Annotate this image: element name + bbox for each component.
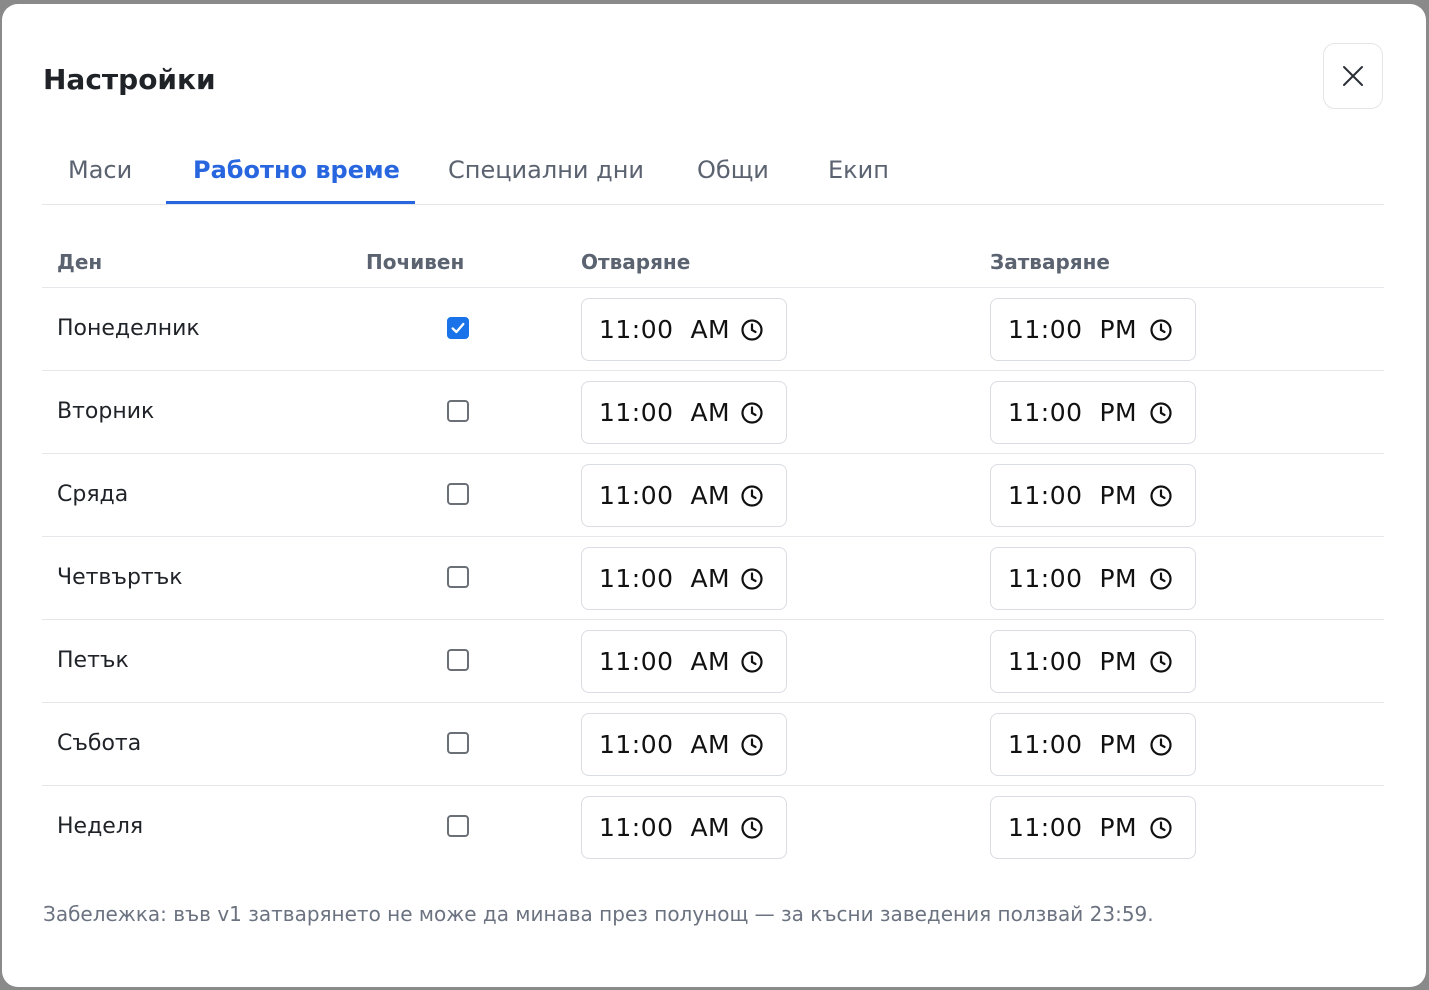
close-time-input[interactable]: 11:00 PM: [990, 796, 1196, 859]
close-time-input[interactable]: 11:00 PM: [990, 464, 1196, 527]
tab-bar: Маси Работно време Специални дни Общи Ек…: [42, 144, 1384, 205]
close-time-value: 11:00 PM: [1008, 315, 1138, 344]
header-day: Ден: [57, 250, 103, 274]
table-header: Ден Почивен Отваряне Затваряне: [42, 246, 1384, 288]
day-label: Сряда: [57, 482, 129, 507]
clock-icon[interactable]: [1149, 567, 1173, 591]
table-row: Сряда 11:00 AM 11:00 PM: [42, 454, 1384, 537]
header-close: Затваряне: [990, 250, 1110, 274]
close-time-input[interactable]: 11:00 PM: [990, 630, 1196, 693]
header-open: Отваряне: [581, 250, 691, 274]
open-time-value: 11:00 AM: [599, 813, 731, 842]
open-time-input[interactable]: 11:00 AM: [581, 298, 787, 361]
close-button[interactable]: [1323, 43, 1383, 109]
table-row: Четвъртък 11:00 AM 11:00 PM: [42, 537, 1384, 620]
close-time-value: 11:00 PM: [1008, 481, 1138, 510]
open-time-input[interactable]: 11:00 AM: [581, 381, 787, 444]
open-time-value: 11:00 AM: [599, 481, 731, 510]
table-row: Петък 11:00 AM 11:00 PM: [42, 620, 1384, 703]
close-time-value: 11:00 PM: [1008, 647, 1138, 676]
clock-icon[interactable]: [1149, 650, 1173, 674]
tab-special-days[interactable]: Специални дни: [448, 144, 644, 204]
day-label: Четвъртък: [57, 565, 183, 590]
close-time-value: 11:00 PM: [1008, 564, 1138, 593]
footer-note: Забележка: във v1 затварянето не може да…: [43, 902, 1154, 926]
open-time-value: 11:00 AM: [599, 730, 731, 759]
clock-icon[interactable]: [1149, 816, 1173, 840]
day-label: Петък: [57, 648, 129, 673]
day-label: Вторник: [57, 399, 155, 424]
dialog-title: Настройки: [43, 63, 216, 96]
tab-tables[interactable]: Маси: [68, 144, 132, 204]
clock-icon[interactable]: [740, 401, 764, 425]
open-time-value: 11:00 AM: [599, 647, 731, 676]
open-time-value: 11:00 AM: [599, 398, 731, 427]
open-time-input[interactable]: 11:00 AM: [581, 796, 787, 859]
close-time-input[interactable]: 11:00 PM: [990, 547, 1196, 610]
open-time-input[interactable]: 11:00 AM: [581, 713, 787, 776]
clock-icon[interactable]: [740, 816, 764, 840]
day-off-checkbox[interactable]: [447, 732, 469, 754]
open-time-value: 11:00 AM: [599, 564, 731, 593]
open-time-input[interactable]: 11:00 AM: [581, 464, 787, 527]
clock-icon[interactable]: [740, 650, 764, 674]
tab-team[interactable]: Екип: [828, 144, 889, 204]
settings-dialog: Настройки Маси Работно време Специални д…: [2, 4, 1426, 987]
active-tab-indicator: [166, 201, 415, 204]
clock-icon[interactable]: [1149, 733, 1173, 757]
clock-icon[interactable]: [740, 484, 764, 508]
day-label: Събота: [57, 731, 142, 756]
table-row: Понеделник 11:00 AM 11:00 PM: [42, 288, 1384, 371]
day-off-checkbox[interactable]: [447, 566, 469, 588]
close-time-value: 11:00 PM: [1008, 398, 1138, 427]
close-time-input[interactable]: 11:00 PM: [990, 381, 1196, 444]
close-icon: [1343, 66, 1363, 86]
day-off-checkbox[interactable]: [447, 649, 469, 671]
day-off-checkbox[interactable]: [447, 815, 469, 837]
clock-icon[interactable]: [740, 733, 764, 757]
day-off-checkbox[interactable]: [447, 317, 469, 339]
open-time-value: 11:00 AM: [599, 315, 731, 344]
close-time-value: 11:00 PM: [1008, 813, 1138, 842]
close-time-input[interactable]: 11:00 PM: [990, 713, 1196, 776]
table-row: Събота 11:00 AM 11:00 PM: [42, 703, 1384, 786]
close-time-value: 11:00 PM: [1008, 730, 1138, 759]
table-row: Неделя 11:00 AM 11:00 PM: [42, 786, 1384, 869]
close-time-input[interactable]: 11:00 PM: [990, 298, 1196, 361]
table-row: Вторник 11:00 AM 11:00 PM: [42, 371, 1384, 454]
day-label: Неделя: [57, 814, 144, 839]
open-time-input[interactable]: 11:00 AM: [581, 630, 787, 693]
clock-icon[interactable]: [1149, 401, 1173, 425]
clock-icon[interactable]: [740, 567, 764, 591]
header-off: Почивен: [366, 250, 465, 274]
tab-working-hours[interactable]: Работно време: [193, 144, 400, 204]
day-off-checkbox[interactable]: [447, 483, 469, 505]
clock-icon[interactable]: [740, 318, 764, 342]
clock-icon[interactable]: [1149, 318, 1173, 342]
day-label: Понеделник: [57, 316, 200, 341]
tab-general[interactable]: Общи: [697, 144, 769, 204]
day-off-checkbox[interactable]: [447, 400, 469, 422]
clock-icon[interactable]: [1149, 484, 1173, 508]
open-time-input[interactable]: 11:00 AM: [581, 547, 787, 610]
